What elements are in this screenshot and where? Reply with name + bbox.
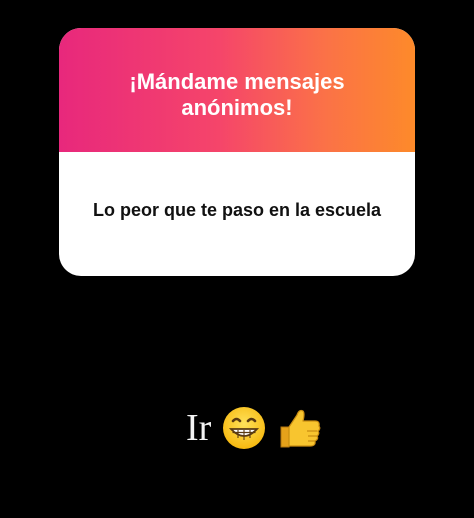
question-sticker-header: ¡Mándame mensajes anónimos! — [59, 28, 415, 152]
question-text: Lo peor que te paso en la escuela — [92, 200, 382, 220]
question-sticker[interactable]: ¡Mándame mensajes anónimos! Lo peor que … — [59, 28, 415, 276]
story-caption: Ir — [186, 404, 323, 452]
caption-text: Ir — [186, 407, 212, 449]
grinning-face-icon — [223, 407, 266, 449]
thumbs-up-icon — [280, 409, 321, 448]
story-screen: ¡Mándame mensajes anónimos! Lo peor que … — [0, 0, 474, 518]
question-sticker-body: Lo peor que te paso en la escuela — [59, 152, 415, 276]
question-sticker-title: ¡Mándame mensajes anónimos! — [129, 69, 345, 120]
